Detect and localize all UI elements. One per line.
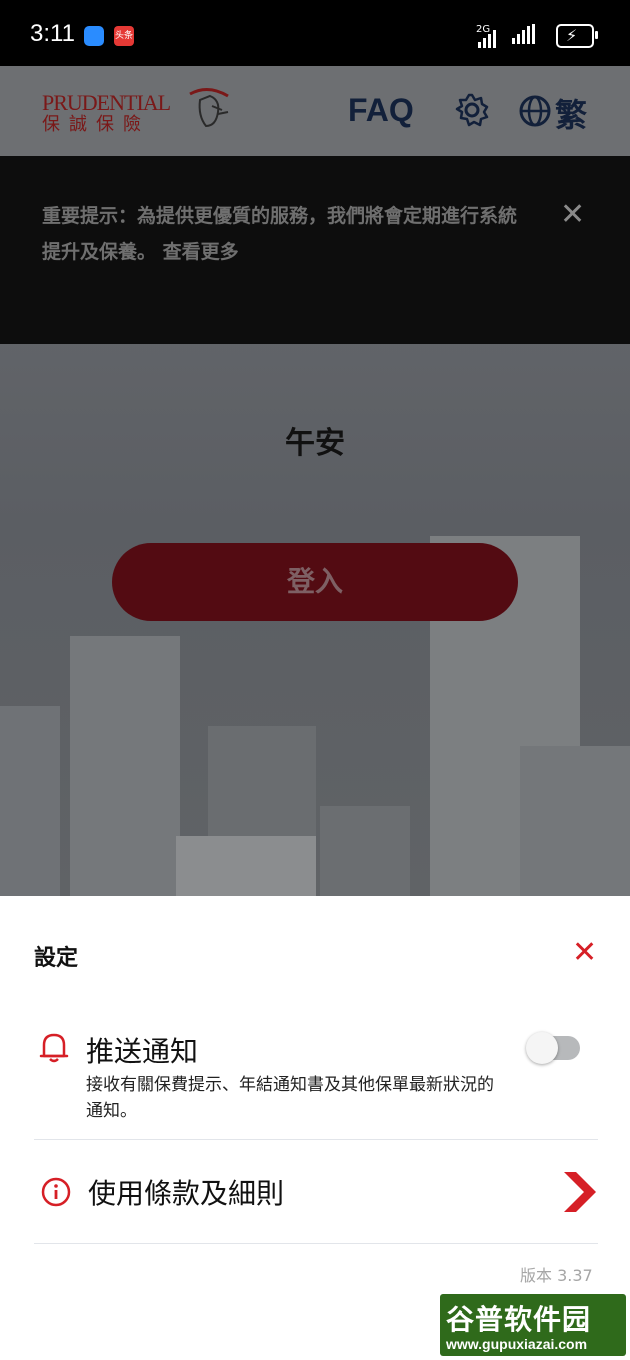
signal-icon-2 xyxy=(512,24,535,44)
toggle-knob xyxy=(526,1032,558,1064)
status-time: 3:11 xyxy=(30,20,75,47)
greeting-text: 午安 xyxy=(285,426,345,461)
settings-title: 設定 xyxy=(34,946,79,971)
close-icon[interactable]: ✕ xyxy=(560,200,585,230)
news-app-icon: 头条 xyxy=(114,26,134,46)
bell-icon xyxy=(39,1033,69,1063)
signal-icon xyxy=(478,30,496,48)
globe-icon[interactable] xyxy=(518,94,552,128)
watermark-title: 谷普软件园 xyxy=(446,1303,592,1336)
push-notification-title: 推送通知 xyxy=(86,1035,199,1068)
sheet-close-icon[interactable]: ✕ xyxy=(572,938,597,968)
push-notification-toggle[interactable] xyxy=(526,1032,580,1064)
notice-text[interactable]: 重要提示：為提供更優質的服務，我們將會定期進行系統提升及保養。 查看更多 xyxy=(42,198,522,270)
prudence-face-logo-icon xyxy=(189,88,229,128)
info-icon xyxy=(41,1177,71,1207)
status-bar: 3:11 头条 2G ⚡ xyxy=(0,0,630,66)
prudential-logo-chinese: 保誠保險 xyxy=(42,114,150,135)
language-switch[interactable]: 繁 xyxy=(555,90,587,136)
version-label: 版本 3.37 xyxy=(520,1266,593,1285)
watermark-url: www.gupuxiazai.com xyxy=(446,1336,588,1352)
divider xyxy=(34,1243,598,1244)
settings-sheet xyxy=(0,896,630,1360)
push-notification-description: 接收有關保費提示、年結通知書及其他保單最新狀況的通知。 xyxy=(86,1075,494,1121)
chevron-right-icon[interactable] xyxy=(562,1170,598,1214)
message-app-icon xyxy=(84,26,104,46)
gear-icon[interactable] xyxy=(455,93,489,127)
faq-button[interactable]: FAQ xyxy=(348,92,414,129)
login-button[interactable]: 登入 xyxy=(112,543,518,621)
divider xyxy=(34,1139,598,1140)
terms-and-conditions-link[interactable]: 使用條款及細則 xyxy=(88,1172,284,1212)
battery-icon: ⚡ xyxy=(556,24,598,48)
